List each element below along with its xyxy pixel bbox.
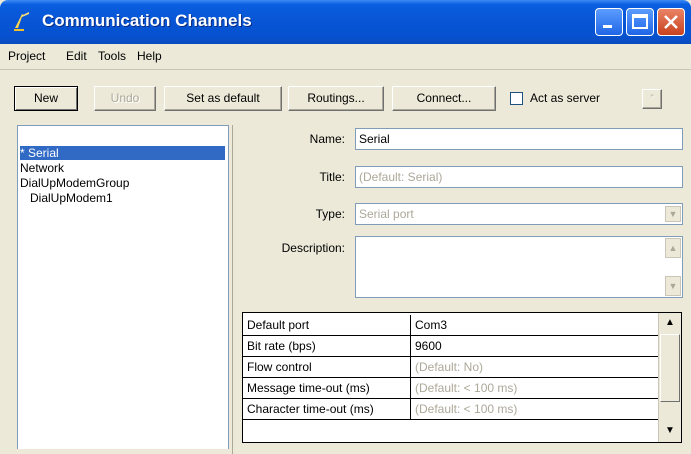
property-value[interactable]: (Default: < 100 ms) bbox=[411, 399, 659, 420]
description-label: Description: bbox=[281, 241, 345, 255]
undo-button[interactable]: Undo bbox=[94, 86, 156, 111]
property-value[interactable]: 9600 bbox=[411, 336, 659, 357]
scroll-up-icon[interactable]: ▲ bbox=[660, 313, 680, 333]
scroll-down-icon[interactable]: ▼ bbox=[660, 421, 680, 441]
menu-bar: Project Edit Tools Help bbox=[0, 44, 691, 70]
maximize-icon bbox=[632, 14, 648, 29]
channel-tree[interactable]: * Serial Network DialUpModemGroup DialUp… bbox=[17, 125, 229, 449]
window: Communication Channels Project Edit Tool… bbox=[0, 0, 691, 454]
scroll-up-icon[interactable]: ▲ bbox=[665, 238, 681, 258]
tree-item-dialupmodemgroup[interactable]: DialUpModemGroup bbox=[20, 176, 129, 190]
type-value: Serial port bbox=[359, 207, 414, 221]
title-bar[interactable]: Communication Channels bbox=[0, 0, 691, 44]
tree-item-dialupmodem1[interactable]: DialUpModem1 bbox=[30, 191, 113, 205]
toolbar: New Undo Set as default Routings... Conn… bbox=[0, 70, 691, 116]
set-as-default-button[interactable]: Set as default bbox=[164, 86, 282, 111]
property-name[interactable]: Message time-out (ms) bbox=[243, 378, 411, 399]
property-name[interactable]: Character time-out (ms) bbox=[243, 399, 411, 420]
server-options-button[interactable]: " bbox=[642, 89, 662, 109]
description-field[interactable]: ▲ ▼ bbox=[355, 236, 683, 298]
scroll-thumb[interactable] bbox=[660, 334, 680, 402]
name-label: Name: bbox=[309, 132, 345, 146]
name-field[interactable]: Serial bbox=[355, 128, 683, 150]
type-label: Type: bbox=[315, 207, 345, 221]
tree-item-serial[interactable]: * Serial bbox=[20, 146, 225, 160]
property-name[interactable]: Default port bbox=[243, 315, 411, 336]
menu-project[interactable]: Project bbox=[8, 49, 45, 63]
menu-help[interactable]: Help bbox=[137, 49, 162, 63]
grid-scrollbar[interactable]: ▲ ▼ bbox=[658, 313, 681, 442]
property-value[interactable]: Com3 bbox=[411, 315, 659, 336]
menu-tools[interactable]: Tools bbox=[98, 49, 126, 63]
connect-button[interactable]: Connect... bbox=[392, 86, 496, 111]
app-icon bbox=[14, 12, 29, 31]
checkbox-box[interactable] bbox=[510, 92, 523, 105]
dropdown-arrow-icon[interactable]: ▼ bbox=[665, 206, 681, 222]
property-value[interactable]: (Default: No) bbox=[411, 357, 659, 378]
scroll-down-icon[interactable]: ▼ bbox=[665, 276, 681, 296]
title-field[interactable]: (Default: Serial) bbox=[355, 166, 683, 188]
routings-button[interactable]: Routings... bbox=[288, 86, 384, 111]
maximize-button[interactable] bbox=[626, 8, 654, 36]
minimize-icon bbox=[603, 25, 612, 28]
tree-item-network[interactable]: Network bbox=[20, 161, 64, 175]
menu-edit[interactable]: Edit bbox=[66, 49, 87, 63]
title-label: Title: bbox=[319, 170, 345, 184]
close-button[interactable] bbox=[657, 8, 685, 36]
property-value[interactable]: (Default: < 100 ms) bbox=[411, 378, 659, 399]
new-button[interactable]: New bbox=[14, 86, 78, 111]
type-select[interactable]: Serial port ▼ bbox=[355, 203, 683, 225]
properties-grid[interactable]: Default port Com3 Bit rate (bps) 9600 Fl… bbox=[242, 312, 682, 443]
minimize-button[interactable] bbox=[595, 8, 623, 36]
property-name[interactable]: Bit rate (bps) bbox=[243, 336, 411, 357]
act-as-server-label: Act as server bbox=[530, 91, 601, 105]
window-title: Communication Channels bbox=[42, 11, 252, 30]
close-icon bbox=[664, 15, 678, 29]
property-name[interactable]: Flow control bbox=[243, 357, 411, 378]
